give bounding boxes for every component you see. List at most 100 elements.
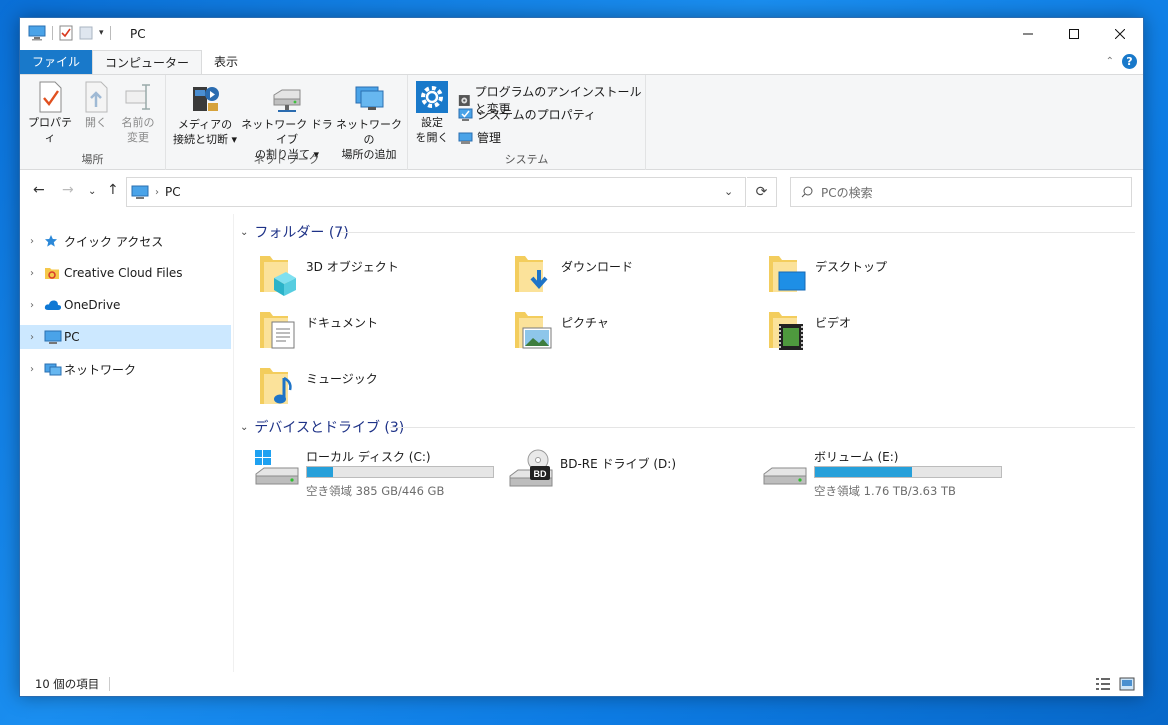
drive-usage-fill xyxy=(307,467,334,477)
onedrive-cloud-icon xyxy=(44,300,62,310)
folder-label: ビデオ xyxy=(815,316,852,330)
pictures-folder-icon xyxy=(515,312,552,349)
pc-icon xyxy=(131,185,149,199)
folder-item-3d-objects[interactable]: 3D オブジェクト xyxy=(258,252,399,296)
rename-icon xyxy=(125,84,150,110)
location-group: プロパティ 開く 名前の 変更 場所 xyxy=(20,75,166,170)
item-count: 10 個の項目 xyxy=(35,677,100,691)
large-icons-view-icon[interactable] xyxy=(1119,677,1135,691)
collapse-chevron-icon[interactable]: ⌄ xyxy=(240,422,248,433)
folder-item-downloads[interactable]: ダウンロード xyxy=(513,252,633,296)
folder-item-desktop[interactable]: デスクトップ xyxy=(767,252,887,296)
open-icon xyxy=(85,81,108,113)
ribbon-tabs: ファイル コンピューター 表示 ⌃ ? xyxy=(20,50,1143,74)
maximize-button[interactable] xyxy=(1051,18,1097,50)
network-group: メディアの 接続と切断 ▾ ネットワーク ドライブ の割り当て ▾ ネットワークの場… xyxy=(166,75,408,170)
folders-section-header[interactable]: ⌄ フォルダー (7) xyxy=(240,222,1135,242)
drives-section-header[interactable]: ⌄ デバイスとドライブ (3) xyxy=(240,417,1135,437)
open-button[interactable]: 開く xyxy=(78,81,114,130)
drive-label: BD-RE ドライブ (D:) xyxy=(560,457,676,471)
collapse-chevron-icon[interactable]: ⌄ xyxy=(240,227,248,238)
add-network-location-button[interactable]: ネットワークの 場所の追加 xyxy=(334,81,404,162)
separator xyxy=(109,677,111,691)
search-icon xyxy=(801,186,813,198)
nav-item-quick-access[interactable]: › クイック アクセス xyxy=(20,229,231,253)
system-properties-button[interactable]: システムのプロパティ xyxy=(458,106,596,123)
search-placeholder: PCの検索 xyxy=(821,185,873,200)
quick-access-toolbar: ▾ xyxy=(28,25,111,41)
folder-label: デスクトップ xyxy=(815,260,888,274)
address-bar[interactable]: › PC xyxy=(126,177,746,207)
expand-chevron-icon[interactable]: › xyxy=(20,268,44,279)
back-button[interactable]: ← xyxy=(33,182,45,198)
folder-label: ドキュメント xyxy=(306,316,379,330)
ribbon-controls: ⌃ ? xyxy=(1106,54,1137,69)
nav-item-network[interactable]: › ネットワーク xyxy=(20,357,231,381)
tab-computer[interactable]: コンピューター xyxy=(92,50,203,74)
ribbon: プロパティ 開く 名前の 変更 場所 メディアの 接続と切断 ▾ ネットワーク ドラ… xyxy=(20,74,1143,170)
details-view-icon[interactable] xyxy=(1095,677,1111,691)
location-group-label: 場所 xyxy=(81,153,104,166)
network-location-icon xyxy=(355,86,384,110)
properties-button[interactable]: プロパティ xyxy=(26,81,74,145)
folder-item-documents[interactable]: ドキュメント xyxy=(258,308,378,352)
expand-chevron-icon[interactable]: › xyxy=(20,236,44,247)
refresh-button[interactable]: ⟳ xyxy=(747,177,777,207)
network-group-label: ネットワーク xyxy=(253,153,320,166)
ribbon-collapse-icon[interactable]: ⌃ xyxy=(1106,56,1114,67)
nav-item-pc[interactable]: › PC xyxy=(20,325,231,349)
pc-icon[interactable] xyxy=(28,25,46,41)
map-network-drive-button[interactable]: ネットワーク ドライブ の割り当て ▾ xyxy=(240,81,334,162)
documents-folder-icon xyxy=(260,312,295,349)
star-icon xyxy=(45,235,57,247)
window-controls xyxy=(1005,18,1143,50)
address-dropdown-icon[interactable]: ⌄ xyxy=(724,185,733,198)
drive-usage-bar xyxy=(306,466,494,478)
manage-icon xyxy=(458,132,473,144)
tab-file[interactable]: ファイル xyxy=(20,50,93,74)
recent-locations-button[interactable]: ⌄ xyxy=(88,186,96,197)
qat-dropdown-icon[interactable]: ▾ xyxy=(99,28,104,38)
up-button[interactable]: ↑ xyxy=(107,182,119,198)
folder-label: 3D オブジェクト xyxy=(306,260,399,274)
expand-chevron-icon[interactable]: › xyxy=(20,364,44,375)
system-group-label: システム xyxy=(504,153,549,166)
media-icon xyxy=(193,87,219,111)
drive-item-e[interactable]: ボリューム (E:) 空き領域 1.76 TB/3.63 TB xyxy=(762,448,1012,498)
desktop-folder-icon xyxy=(769,256,806,292)
separator xyxy=(109,26,111,40)
status-bar: 10 個の項目 xyxy=(20,672,1143,696)
open-settings-button[interactable]: 設定 を開く xyxy=(414,81,450,145)
network-drive-icon xyxy=(273,89,301,112)
close-button[interactable] xyxy=(1097,18,1143,50)
manage-button[interactable]: 管理 xyxy=(458,129,501,146)
drive-item-d[interactable]: BD BD-RE ドライブ (D:) xyxy=(508,448,758,498)
drive-free-space: 空き領域 1.76 TB/3.63 TB xyxy=(814,484,956,498)
window-title: PC xyxy=(130,27,146,41)
explorer-window: ▾ PC ファイル コンピューター 表示 ⌃ ? プロパティ 開く 名前の 変更… xyxy=(19,17,1144,697)
breadcrumb-separator-icon[interactable]: › xyxy=(155,187,159,198)
folder-item-videos[interactable]: ビデオ xyxy=(767,308,851,352)
forward-button[interactable]: → xyxy=(62,182,74,198)
search-input[interactable]: PCの検索 xyxy=(790,177,1132,207)
folder-item-pictures[interactable]: ピクチャ xyxy=(513,308,609,352)
help-icon[interactable]: ? xyxy=(1122,54,1137,69)
new-folder-icon[interactable] xyxy=(79,25,93,41)
hard-drive-icon xyxy=(763,467,807,485)
nav-item-creative-cloud[interactable]: › Creative Cloud Files xyxy=(20,261,231,285)
drives-header-label: デバイスとドライブ (3) xyxy=(254,420,405,436)
rename-button[interactable]: 名前の 変更 xyxy=(118,81,158,145)
minimize-button[interactable] xyxy=(1005,18,1051,50)
drive-item-c[interactable]: ローカル ディスク (C:) 空き領域 385 GB/446 GB xyxy=(254,448,504,498)
drive-label: ローカル ディスク (C:) xyxy=(306,450,431,464)
breadcrumb[interactable]: PC xyxy=(165,185,181,199)
tab-view[interactable]: 表示 xyxy=(202,50,250,74)
expand-chevron-icon[interactable]: › xyxy=(20,300,44,311)
folder-item-music[interactable]: ミュージック xyxy=(258,364,378,408)
properties-check-icon[interactable] xyxy=(59,25,73,41)
media-connect-button[interactable]: メディアの 接続と切断 ▾ xyxy=(170,81,240,147)
system-properties-icon xyxy=(458,108,473,121)
drive-usage-bar xyxy=(814,466,1002,478)
nav-item-onedrive[interactable]: › OneDrive xyxy=(20,293,231,317)
expand-chevron-icon[interactable]: › xyxy=(20,332,44,343)
